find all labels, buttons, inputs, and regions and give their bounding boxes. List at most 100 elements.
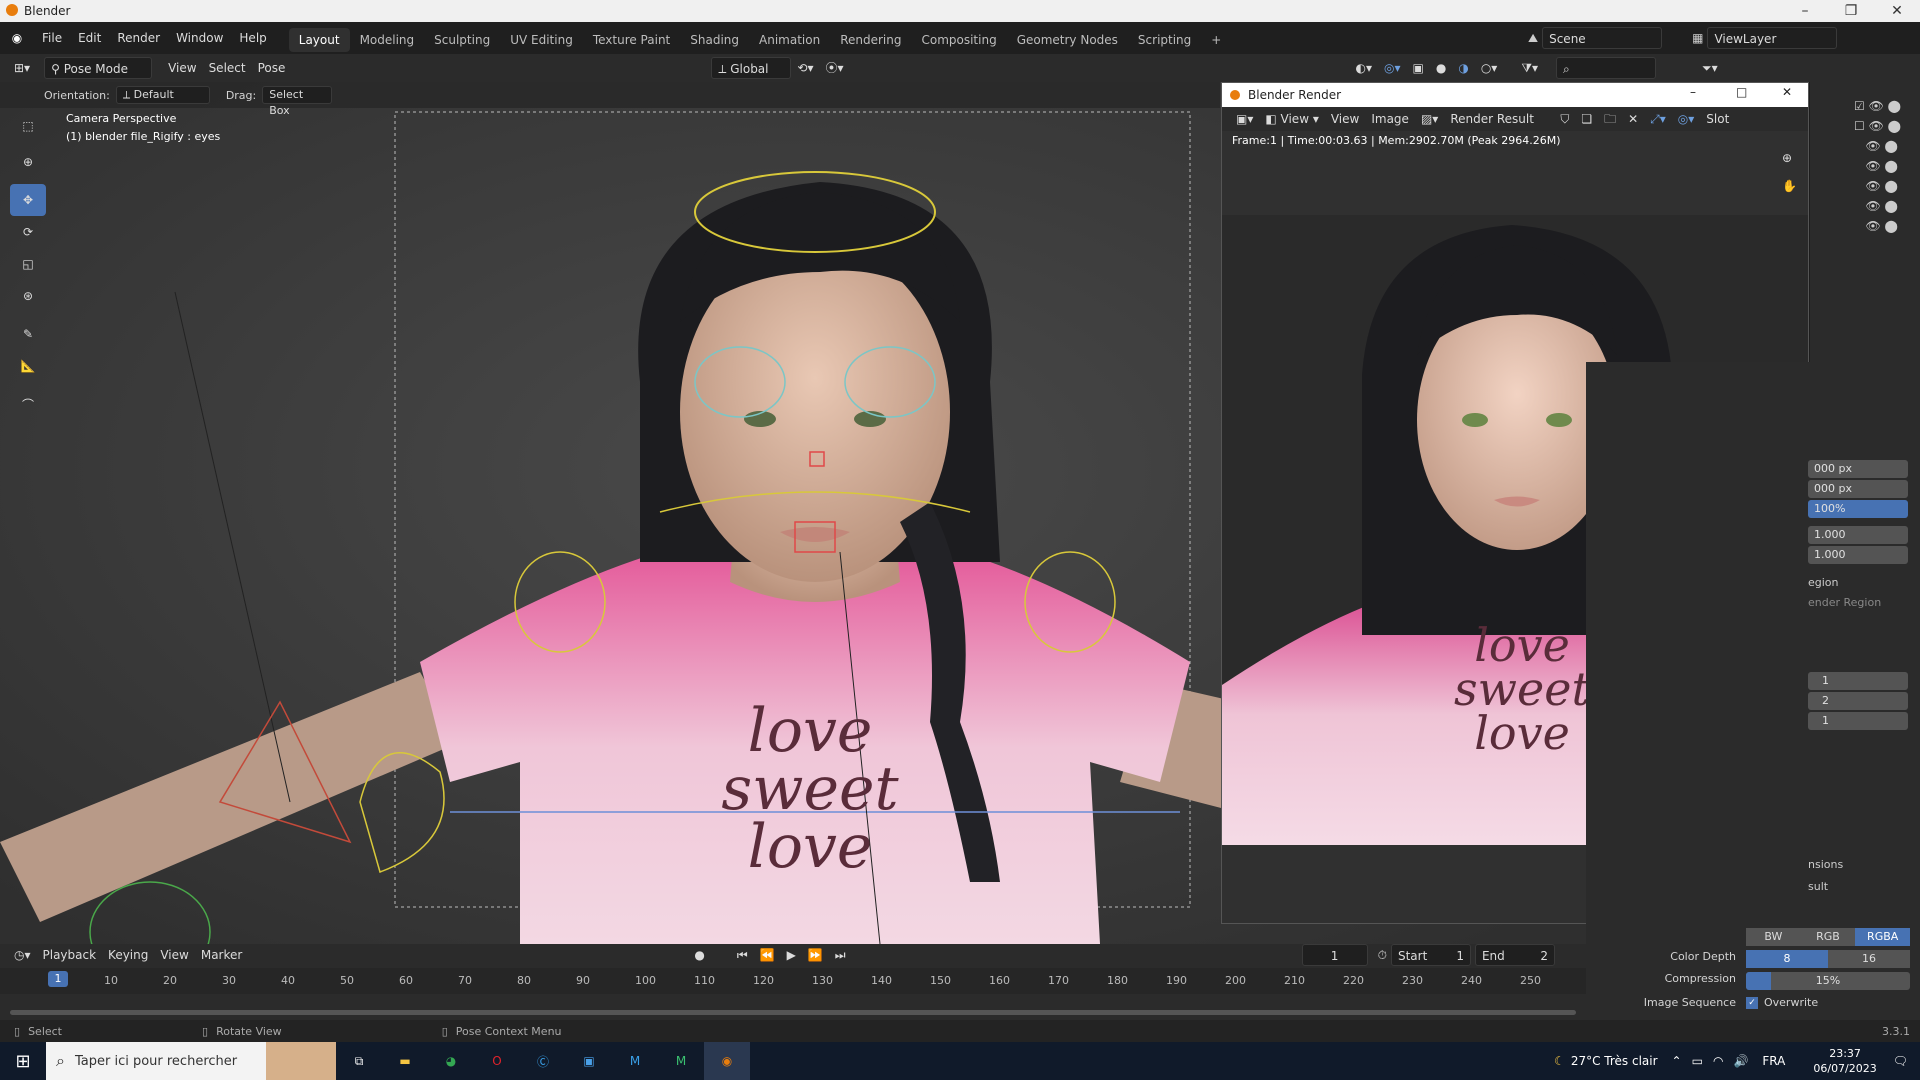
view-layer-selector[interactable]: ViewLayer <box>1707 27 1838 49</box>
tab-geometry-nodes[interactable]: Geometry Nodes <box>1007 28 1128 52</box>
add-workspace-button[interactable]: + <box>1201 28 1231 52</box>
menu-help[interactable]: Help <box>231 22 274 54</box>
tab-uv-editing[interactable]: UV Editing <box>500 28 583 52</box>
prev-keyframe-icon[interactable]: ⏪ <box>754 944 781 966</box>
next-keyframe-icon[interactable]: ⏩ <box>802 944 829 966</box>
color-rgba-button[interactable]: RGBA <box>1855 928 1911 946</box>
rotate-tool-icon[interactable]: ⟳ <box>10 216 46 248</box>
move-tool-icon[interactable]: ✥ <box>10 184 46 216</box>
playhead[interactable]: 1 <box>48 971 68 987</box>
outliner-row-2[interactable]: ☐ 👁 ⬤ <box>1854 116 1901 136</box>
tab-compositing[interactable]: Compositing <box>911 28 1006 52</box>
opera-icon[interactable]: O <box>474 1042 520 1080</box>
wifi-icon[interactable]: ◠ <box>1713 1054 1723 1068</box>
chrome-icon[interactable]: ◕ <box>428 1042 474 1080</box>
overlay-icon[interactable]: ◎▾ <box>1672 108 1701 130</box>
app-m-blue-icon[interactable]: M <box>612 1042 658 1080</box>
frame-end-field[interactable]: 2 <box>1808 692 1908 710</box>
scene-selector[interactable]: Scene <box>1542 27 1663 49</box>
unlink-image-icon[interactable]: ✕ <box>1622 108 1644 130</box>
menu-select[interactable]: Select <box>203 57 252 79</box>
language-indicator[interactable]: FRA <box>1762 1054 1785 1068</box>
menu-marker[interactable]: Marker <box>195 944 248 966</box>
tab-rendering[interactable]: Rendering <box>830 28 911 52</box>
tray-chevron-icon[interactable]: ⌃ <box>1672 1054 1682 1068</box>
tab-modeling[interactable]: Modeling <box>350 28 425 52</box>
compression-slider[interactable]: 15% <box>1746 972 1910 990</box>
record-icon[interactable]: ● <box>688 944 710 966</box>
menu-view[interactable]: View <box>162 57 202 79</box>
transform-tool-icon[interactable]: ⊛ <box>10 280 46 312</box>
tab-scripting[interactable]: Scripting <box>1128 28 1201 52</box>
snap-icon[interactable]: ⦿▾ <box>819 57 849 79</box>
app-m-green-icon[interactable]: M <box>658 1042 704 1080</box>
outliner-filter-icon[interactable]: ⧩▾ <box>1515 57 1544 79</box>
viewport-gizmo-icon[interactable]: ◐▾ <box>1350 57 1379 79</box>
editor-type-icon[interactable]: ▣▾ <box>1230 108 1259 130</box>
measure-tool-icon[interactable]: 📐 <box>10 350 46 382</box>
color-rgb-button[interactable]: RGB <box>1800 928 1856 946</box>
outliner-row-1[interactable]: ☑ 👁 ⬤ <box>1854 96 1901 116</box>
menu-pose[interactable]: Pose <box>252 57 292 79</box>
blender-menu-icon[interactable]: ◉ <box>0 31 34 45</box>
menu-file[interactable]: File <box>34 22 70 54</box>
shading-material-icon[interactable]: ◑ <box>1452 57 1474 79</box>
timeline-scrollbar[interactable] <box>10 1010 1576 1015</box>
tab-sculpting[interactable]: Sculpting <box>424 28 500 52</box>
render-maximize-button[interactable]: □ <box>1736 85 1747 99</box>
aspect-y-field[interactable]: 1.000 <box>1808 546 1908 564</box>
image-name-field[interactable]: Render Result <box>1444 108 1554 130</box>
shading-solid-icon[interactable]: ● <box>1430 57 1452 79</box>
frame-step-field[interactable]: 1 <box>1808 712 1908 730</box>
scale-tool-icon[interactable]: ◱ <box>10 248 46 280</box>
taskbar-search-box[interactable]: ⌕ Taper ici pour rechercher <box>46 1042 336 1080</box>
open-image-icon[interactable]: 🗀 <box>1598 108 1622 130</box>
close-button[interactable]: ✕ <box>1874 0 1920 22</box>
zoom-icon[interactable]: ⊕ <box>1782 151 1792 165</box>
weather-text[interactable]: 27°C Très clair <box>1571 1054 1658 1068</box>
outliner-row-6[interactable]: 👁 ⬤ <box>1854 196 1901 216</box>
file-explorer-icon[interactable]: ▬ <box>382 1042 428 1080</box>
outliner-row-7[interactable]: 👁 ⬤ <box>1854 216 1901 236</box>
menu-render[interactable]: Render <box>109 22 168 54</box>
notification-icon[interactable]: 🗨 <box>1893 1054 1908 1068</box>
pivot-icon[interactable]: ⟲▾ <box>791 57 819 79</box>
image-view-mode[interactable]: ◧ View ▾ <box>1259 108 1324 130</box>
menu-view[interactable]: View <box>1325 108 1365 130</box>
cursor-tool-icon[interactable]: ⊕ <box>10 146 46 178</box>
menu-playback[interactable]: Playback <box>37 944 103 966</box>
tab-texture-paint[interactable]: Texture Paint <box>583 28 680 52</box>
menu-window[interactable]: Window <box>168 22 231 54</box>
image-browse-icon[interactable]: ▨▾ <box>1415 108 1444 130</box>
store-icon[interactable]: ▣ <box>566 1042 612 1080</box>
transform-orientation[interactable]: ⟂ Global <box>711 57 792 79</box>
xray-icon[interactable]: ▣ <box>1407 57 1430 79</box>
filter-icon[interactable]: ⏷▾ <box>1696 57 1724 79</box>
annotate-tool-icon[interactable]: ✎ <box>10 318 46 350</box>
select-box-tool-icon[interactable]: ⬚ <box>10 110 46 142</box>
maximize-button[interactable]: ❐ <box>1828 0 1874 22</box>
render-minimize-button[interactable]: – <box>1690 85 1696 99</box>
current-frame-field[interactable]: 1 <box>1301 944 1368 966</box>
outliner-row-4[interactable]: 👁 ⬤ <box>1854 156 1901 176</box>
render-region-checkbox[interactable]: egion <box>1808 576 1839 589</box>
menu-image[interactable]: Image <box>1365 108 1415 130</box>
volume-icon[interactable]: 🔊 <box>1733 1054 1748 1068</box>
resolution-x-field[interactable]: 000 px <box>1808 460 1908 478</box>
start-frame-field[interactable]: Start 1 <box>1390 944 1471 966</box>
blender-taskbar-icon[interactable]: ◉ <box>704 1042 750 1080</box>
aspect-x-field[interactable]: 1.000 <box>1808 526 1908 544</box>
resolution-y-field[interactable]: 000 px <box>1808 480 1908 498</box>
crop-region-checkbox[interactable]: ender Region <box>1808 596 1881 609</box>
editor-type-icon[interactable]: ⊞▾ <box>8 57 36 79</box>
orientation-dropdown[interactable]: ⟂ Default <box>115 86 210 104</box>
outliner-search-input[interactable]: ⌕ <box>1556 57 1657 79</box>
minimize-button[interactable]: – <box>1782 0 1828 22</box>
play-icon[interactable]: ▶ <box>781 944 802 966</box>
task-view-icon[interactable]: ⧉ <box>336 1042 382 1080</box>
depth-16-button[interactable]: 16 <box>1828 950 1910 968</box>
app-c-icon[interactable]: Ⓒ <box>520 1042 566 1080</box>
jump-start-icon[interactable]: ⏮ <box>731 944 754 966</box>
frame-start-field[interactable]: 1 <box>1808 672 1908 690</box>
pose-tool-icon[interactable]: ⌒ <box>10 388 46 420</box>
